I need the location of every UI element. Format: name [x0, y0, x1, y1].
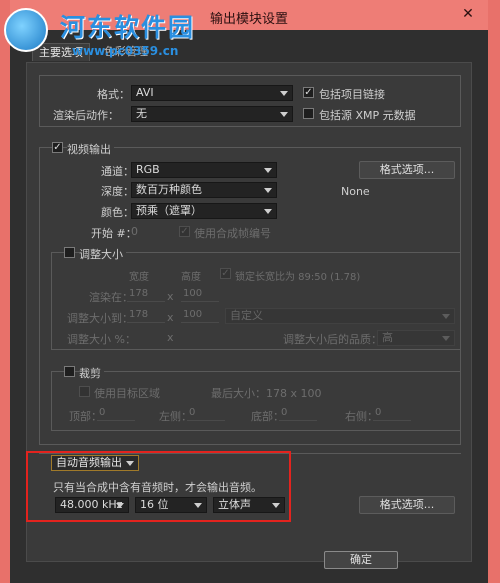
audio-highlight-box [26, 451, 291, 522]
resize-height-field[interactable]: 100 [181, 309, 219, 323]
video-output-title: 视频输出 [67, 141, 114, 157]
chevron-down-icon [442, 336, 450, 341]
depth-value: 数百万种颜色 [136, 183, 202, 196]
resize-to-label: 调整大小到： [67, 312, 133, 325]
depth-label: 深度： [101, 185, 134, 198]
channel-value: RGB [136, 163, 160, 176]
use-comp-frame-checkbox[interactable]: ✓ [179, 226, 190, 237]
resize-title: 调整大小 [79, 246, 126, 262]
resize-checkbox[interactable] [64, 247, 75, 258]
include-xmp-label: 包括源 XMP 元数据 [319, 109, 416, 122]
use-roi-checkbox[interactable] [79, 386, 90, 397]
render-height-field[interactable]: 100 [181, 288, 219, 302]
format-select[interactable]: AVI [131, 85, 293, 101]
chevron-down-icon [442, 314, 450, 319]
resize-preset-value: 自定义 [230, 309, 263, 322]
final-size-label: 最后大小：178 x 100 [211, 387, 322, 400]
watermark-url: www.pc0359.cn [72, 44, 179, 58]
color-label: 颜色： [101, 206, 134, 219]
lock-ratio-checkbox[interactable]: ✓ [220, 268, 231, 279]
lock-ratio-label: 锁定长宽比为 89:50 (1.78) [235, 272, 361, 283]
color-value: 预乘（遮罩） [136, 204, 202, 217]
chevron-down-icon [264, 168, 272, 173]
include-project-link-checkbox[interactable]: ✓ [303, 87, 314, 98]
depth-select[interactable]: 数百万种颜色 [131, 182, 277, 198]
ok-button[interactable]: 确定 [324, 551, 398, 569]
crop-checkbox[interactable] [64, 366, 75, 377]
watermark-logo-icon [4, 8, 48, 52]
color-select[interactable]: 预乘（遮罩） [131, 203, 277, 219]
start-frame-value[interactable]: 0 [131, 225, 138, 238]
percent-x-label: x [167, 331, 174, 344]
use-roi-label: 使用目标区域 [94, 387, 160, 400]
render-x-label: x [167, 290, 174, 303]
include-xmp-checkbox[interactable] [303, 108, 314, 119]
post-render-label: 渲染后动作： [53, 109, 119, 122]
close-icon[interactable]: ✕ [458, 5, 478, 23]
chevron-down-icon [280, 112, 288, 117]
resize-x-label: x [167, 311, 174, 324]
watermark-title: 河东软件园 [60, 13, 196, 42]
crop-bottom-field[interactable]: 0 [279, 407, 317, 421]
include-project-link-label: 包括项目链接 [319, 88, 385, 101]
chevron-down-icon [264, 209, 272, 214]
video-format-options-button[interactable]: 格式选项... [359, 161, 455, 179]
audio-format-options-button[interactable]: 格式选项... [359, 496, 455, 514]
quality-select[interactable]: 高 [377, 330, 455, 346]
channel-label: 通道： [101, 165, 134, 178]
output-module-dialog: 输出模块设置 ✕ 主要选项 色彩管理 格式： AVI 渲染后动作： 无 ✓ 包括… [10, 0, 488, 583]
start-frame-label: 开始 #： [91, 227, 137, 240]
format-label: 格式： [97, 88, 130, 101]
crop-right-field[interactable]: 0 [373, 407, 411, 421]
quality-label: 调整大小后的品质： [283, 333, 382, 346]
chevron-down-icon [264, 188, 272, 193]
video-output-checkbox[interactable]: ✓ [52, 142, 63, 153]
crop-left-field[interactable]: 0 [187, 407, 225, 421]
format-select-value: AVI [136, 86, 154, 99]
crop-top-field[interactable]: 0 [97, 407, 135, 421]
video-codec-text: None [341, 185, 370, 198]
resize-width-header: 宽度 [129, 272, 149, 283]
resize-width-field[interactable]: 178 [127, 309, 165, 323]
post-render-select[interactable]: 无 [131, 106, 293, 122]
resize-height-header: 高度 [181, 272, 201, 283]
render-width-field[interactable]: 178 [127, 288, 165, 302]
channel-select[interactable]: RGB [131, 162, 277, 178]
use-comp-frame-label: 使用合成帧编号 [194, 227, 271, 240]
chevron-down-icon [280, 91, 288, 96]
crop-title: 裁剪 [79, 365, 104, 381]
site-watermark: 河东软件园 www.pc0359.cn [0, 0, 230, 62]
quality-value: 高 [382, 331, 393, 344]
resize-preset-select[interactable]: 自定义 [225, 308, 455, 324]
resize-percent-label: 调整大小 %： [67, 333, 136, 346]
post-render-value: 无 [136, 107, 147, 120]
